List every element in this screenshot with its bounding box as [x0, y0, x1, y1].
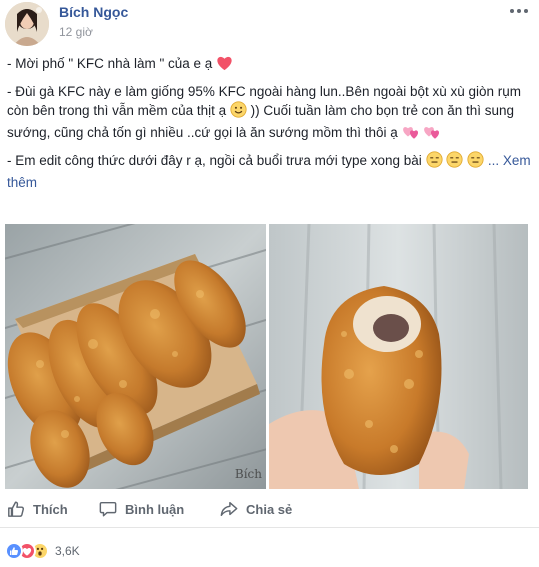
post-paragraph: - Em edit công thức dưới đây r ạ, ngồi c…	[7, 151, 531, 190]
post-actions-bar: Thích Bình luận Chia sẻ	[0, 490, 539, 528]
photo-watermark: Bích	[234, 467, 262, 481]
ellipsis-icon	[510, 9, 528, 13]
thumbs-up-icon	[5, 498, 27, 520]
reactions-summary[interactable]: 3,6K	[5, 540, 80, 562]
bitten-chicken-photo[interactable]	[269, 224, 528, 489]
post-timestamp[interactable]: 12 giờ	[59, 25, 93, 39]
comment-bubble-icon	[97, 498, 119, 520]
heart-emoji-icon	[216, 55, 233, 76]
photo-grid: Bích	[5, 224, 528, 489]
two-hearts-emoji-icon	[423, 124, 441, 145]
facebook-post: Bích Ngọc 12 giờ - Mời phố " KFC nhà làm…	[0, 0, 539, 567]
expressionless-emoji-icon	[467, 151, 484, 173]
post-paragraph: - Mời phố " KFC nhà làm " của e ạ	[7, 54, 533, 76]
reaction-count: 3,6K	[55, 544, 80, 558]
post-header: Bích Ngọc 12 giờ	[0, 0, 539, 48]
like-button[interactable]: Thích	[5, 498, 68, 520]
author-avatar[interactable]	[5, 2, 49, 46]
fried-chicken-tray-photo[interactable]: Bích	[5, 224, 266, 489]
author-name[interactable]: Bích Ngọc	[59, 4, 128, 20]
like-reaction-icon	[5, 542, 23, 560]
expressionless-emoji-icon	[446, 151, 463, 173]
expressionless-emoji-icon	[425, 151, 443, 173]
post-text: - Mời phố " KFC nhà làm " của e ạ - Đùi …	[7, 54, 533, 198]
like-label: Thích	[33, 501, 68, 517]
share-button[interactable]: Chia sẻ	[218, 498, 292, 520]
post-paragraph: - Đùi gà KFC này e làm giống 95% KFC ngo…	[7, 82, 533, 145]
share-arrow-icon	[218, 498, 240, 520]
more-options-button[interactable]	[507, 4, 531, 20]
smile-emoji-icon	[230, 101, 247, 123]
two-hearts-emoji-icon	[402, 124, 420, 145]
share-label: Chia sẻ	[246, 501, 293, 517]
comment-button[interactable]: Bình luận	[97, 498, 184, 520]
comment-label: Bình luận	[125, 501, 185, 517]
